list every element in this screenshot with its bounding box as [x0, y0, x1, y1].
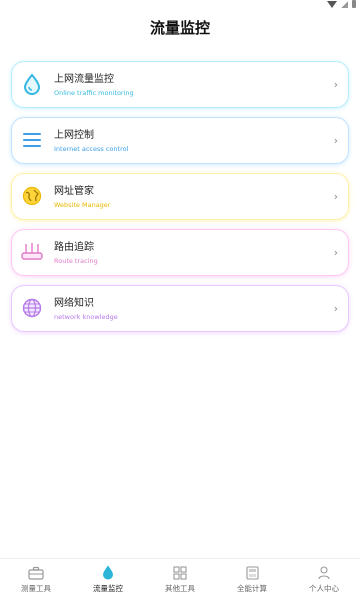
- menu-item-access-control[interactable]: 上网控制 Internet access control ›: [12, 118, 348, 163]
- list-lines-icon: [21, 129, 43, 151]
- menu-item-title: 路由追踪: [54, 242, 94, 253]
- menu-item-website-manager[interactable]: 网址管家 Website Manager ›: [12, 174, 348, 219]
- battery-icon: [352, 0, 356, 8]
- page-title: 流量监控: [149, 19, 210, 37]
- tab-label: 个人中心: [309, 583, 339, 593]
- menu-item-subtitle: Online traffic monitoring: [54, 89, 134, 97]
- bottom-tab-bar: 测量工具 流量监控 其他工具 全能计算 个人中心: [0, 558, 360, 600]
- tab-label: 流量监控: [93, 583, 123, 593]
- menu-item-subtitle: Website Manager: [54, 201, 111, 209]
- menu-item-route-tracing[interactable]: 路由追踪 Route tracing ›: [12, 230, 348, 275]
- menu-item-title: 上网流量监控: [54, 74, 114, 85]
- network-globe-icon: [21, 297, 43, 319]
- tab-label: 测量工具: [21, 583, 51, 593]
- toolbox-icon: [28, 566, 44, 580]
- menu-item-title: 上网控制: [54, 130, 94, 141]
- person-icon: [316, 565, 332, 580]
- tab-label: 其他工具: [165, 583, 195, 593]
- tab-calculator[interactable]: 全能计算: [216, 559, 288, 600]
- chevron-right-icon: ›: [333, 302, 338, 315]
- menu-item-network-knowledge[interactable]: 网络知识 network knowledge ›: [12, 286, 348, 331]
- chevron-right-icon: ›: [333, 246, 338, 259]
- status-bar: [0, 0, 360, 10]
- menu-item-title: 网络知识: [54, 298, 94, 309]
- wifi-icon: [327, 0, 337, 8]
- tab-personal-center[interactable]: 个人中心: [288, 559, 360, 600]
- menu-item-title: 网址管家: [54, 186, 94, 197]
- menu-item-subtitle: network knowledge: [54, 313, 118, 321]
- globe-icon: [21, 185, 43, 207]
- tab-label: 全能计算: [237, 583, 267, 593]
- chevron-right-icon: ›: [333, 134, 338, 147]
- water-drop-icon: [21, 73, 43, 95]
- calculator-icon: [244, 565, 260, 580]
- menu-item-subtitle: Internet access control: [54, 145, 129, 153]
- status-icons: [327, 0, 356, 8]
- feature-menu: 上网流量监控 Online traffic monitoring › 上网控制 …: [12, 62, 348, 342]
- water-drop-icon: [100, 565, 116, 580]
- tab-measure-tools[interactable]: 测量工具: [0, 559, 72, 600]
- tab-other-tools[interactable]: 其他工具: [144, 559, 216, 600]
- chevron-right-icon: ›: [333, 190, 338, 203]
- router-icon: [21, 241, 43, 263]
- menu-item-traffic-monitoring[interactable]: 上网流量监控 Online traffic monitoring ›: [12, 62, 348, 107]
- grid-icon: [172, 565, 188, 580]
- tab-traffic-monitor[interactable]: 流量监控: [72, 559, 144, 600]
- chevron-right-icon: ›: [333, 78, 338, 91]
- menu-item-subtitle: Route tracing: [54, 257, 98, 265]
- signal-icon: [341, 0, 348, 8]
